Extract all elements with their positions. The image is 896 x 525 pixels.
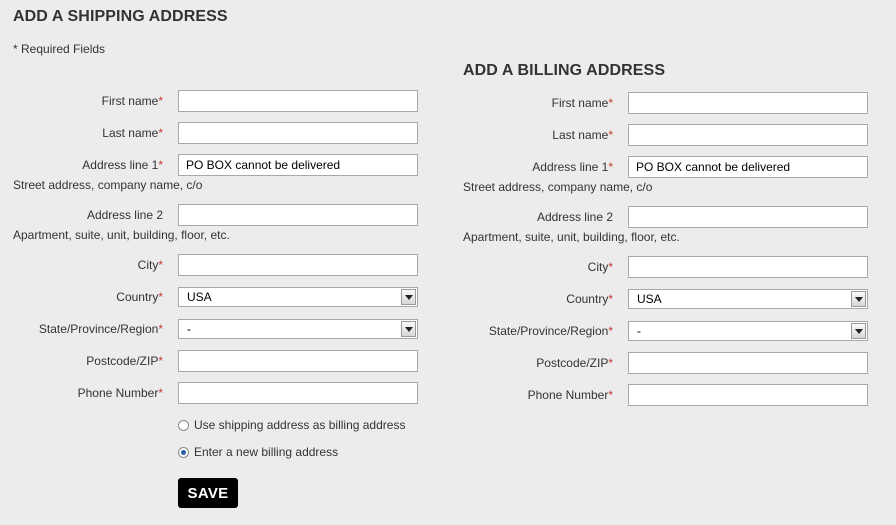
shipping-country-value: USA	[187, 290, 212, 304]
radio-button-selected[interactable]	[178, 446, 189, 458]
billing-address1-hint: Street address, company name, c/o	[463, 180, 653, 194]
billing-phone-input[interactable]	[628, 384, 868, 406]
shipping-title: ADD A SHIPPING ADDRESS	[13, 8, 228, 25]
shipping-address1-label: Address line 1*	[82, 158, 163, 172]
shipping-last-name-label: Last name*	[102, 126, 163, 140]
shipping-state-value: -	[187, 322, 191, 336]
shipping-address2-hint: Apartment, suite, unit, building, floor,…	[13, 228, 230, 242]
radio-use-shipping-as-billing[interactable]: Use shipping address as billing address	[178, 418, 405, 432]
save-button[interactable]: SAVE	[178, 478, 238, 508]
billing-postcode-input[interactable]	[628, 352, 868, 374]
billing-country-select[interactable]: USA	[628, 289, 868, 309]
billing-address2-hint: Apartment, suite, unit, building, floor,…	[463, 230, 680, 244]
billing-phone-label: Phone Number*	[527, 388, 613, 402]
shipping-country-label: Country*	[116, 290, 163, 304]
shipping-state-label: State/Province/Region*	[38, 322, 163, 336]
billing-postcode-label: Postcode/ZIP*	[536, 356, 613, 370]
shipping-first-name-input[interactable]	[178, 90, 418, 112]
billing-state-value: -	[637, 324, 641, 338]
billing-country-label: Country*	[566, 292, 613, 306]
chevron-down-icon[interactable]	[851, 291, 866, 307]
billing-last-name-input[interactable]	[628, 124, 868, 146]
shipping-state-select[interactable]: -	[178, 319, 418, 339]
billing-title: ADD A BILLING ADDRESS	[463, 62, 666, 79]
shipping-city-label: City*	[137, 258, 163, 272]
shipping-address1-hint: Street address, company name, c/o	[13, 178, 203, 192]
billing-state-label: State/Province/Region*	[488, 324, 613, 338]
shipping-address1-input[interactable]: PO BOX cannot be delivered	[178, 154, 418, 176]
shipping-phone-label: Phone Number*	[77, 386, 163, 400]
shipping-postcode-label: Postcode/ZIP*	[86, 354, 163, 368]
shipping-last-name-input[interactable]	[178, 122, 418, 144]
chevron-down-icon[interactable]	[401, 289, 416, 305]
radio-use-shipping-label: Use shipping address as billing address	[194, 418, 406, 432]
shipping-postcode-input[interactable]	[178, 350, 418, 372]
shipping-city-input[interactable]	[178, 254, 418, 276]
billing-address1-label: Address line 1*	[532, 160, 613, 174]
billing-city-input[interactable]	[628, 256, 868, 278]
shipping-address2-label: Address line 2	[86, 208, 163, 222]
shipping-phone-input[interactable]	[178, 382, 418, 404]
billing-address1-input[interactable]: PO BOX cannot be delivered	[628, 156, 868, 178]
radio-new-billing-label: Enter a new billing address	[194, 445, 339, 459]
shipping-address2-input[interactable]	[178, 204, 418, 226]
radio-enter-new-billing[interactable]: Enter a new billing address	[178, 445, 338, 459]
chevron-down-icon[interactable]	[401, 321, 416, 337]
billing-address2-label: Address line 2	[536, 210, 613, 224]
shipping-country-select[interactable]: USA	[178, 287, 418, 307]
billing-first-name-input[interactable]	[628, 92, 868, 114]
billing-state-select[interactable]: -	[628, 321, 868, 341]
billing-country-value: USA	[637, 292, 662, 306]
shipping-first-name-label: First name*	[101, 94, 163, 108]
billing-address2-input[interactable]	[628, 206, 868, 228]
billing-last-name-label: Last name*	[552, 128, 613, 142]
billing-first-name-label: First name*	[551, 96, 613, 110]
chevron-down-icon[interactable]	[851, 323, 866, 339]
radio-button[interactable]	[178, 419, 189, 431]
required-fields-note: * Required Fields	[13, 42, 106, 56]
billing-city-label: City*	[587, 260, 613, 274]
